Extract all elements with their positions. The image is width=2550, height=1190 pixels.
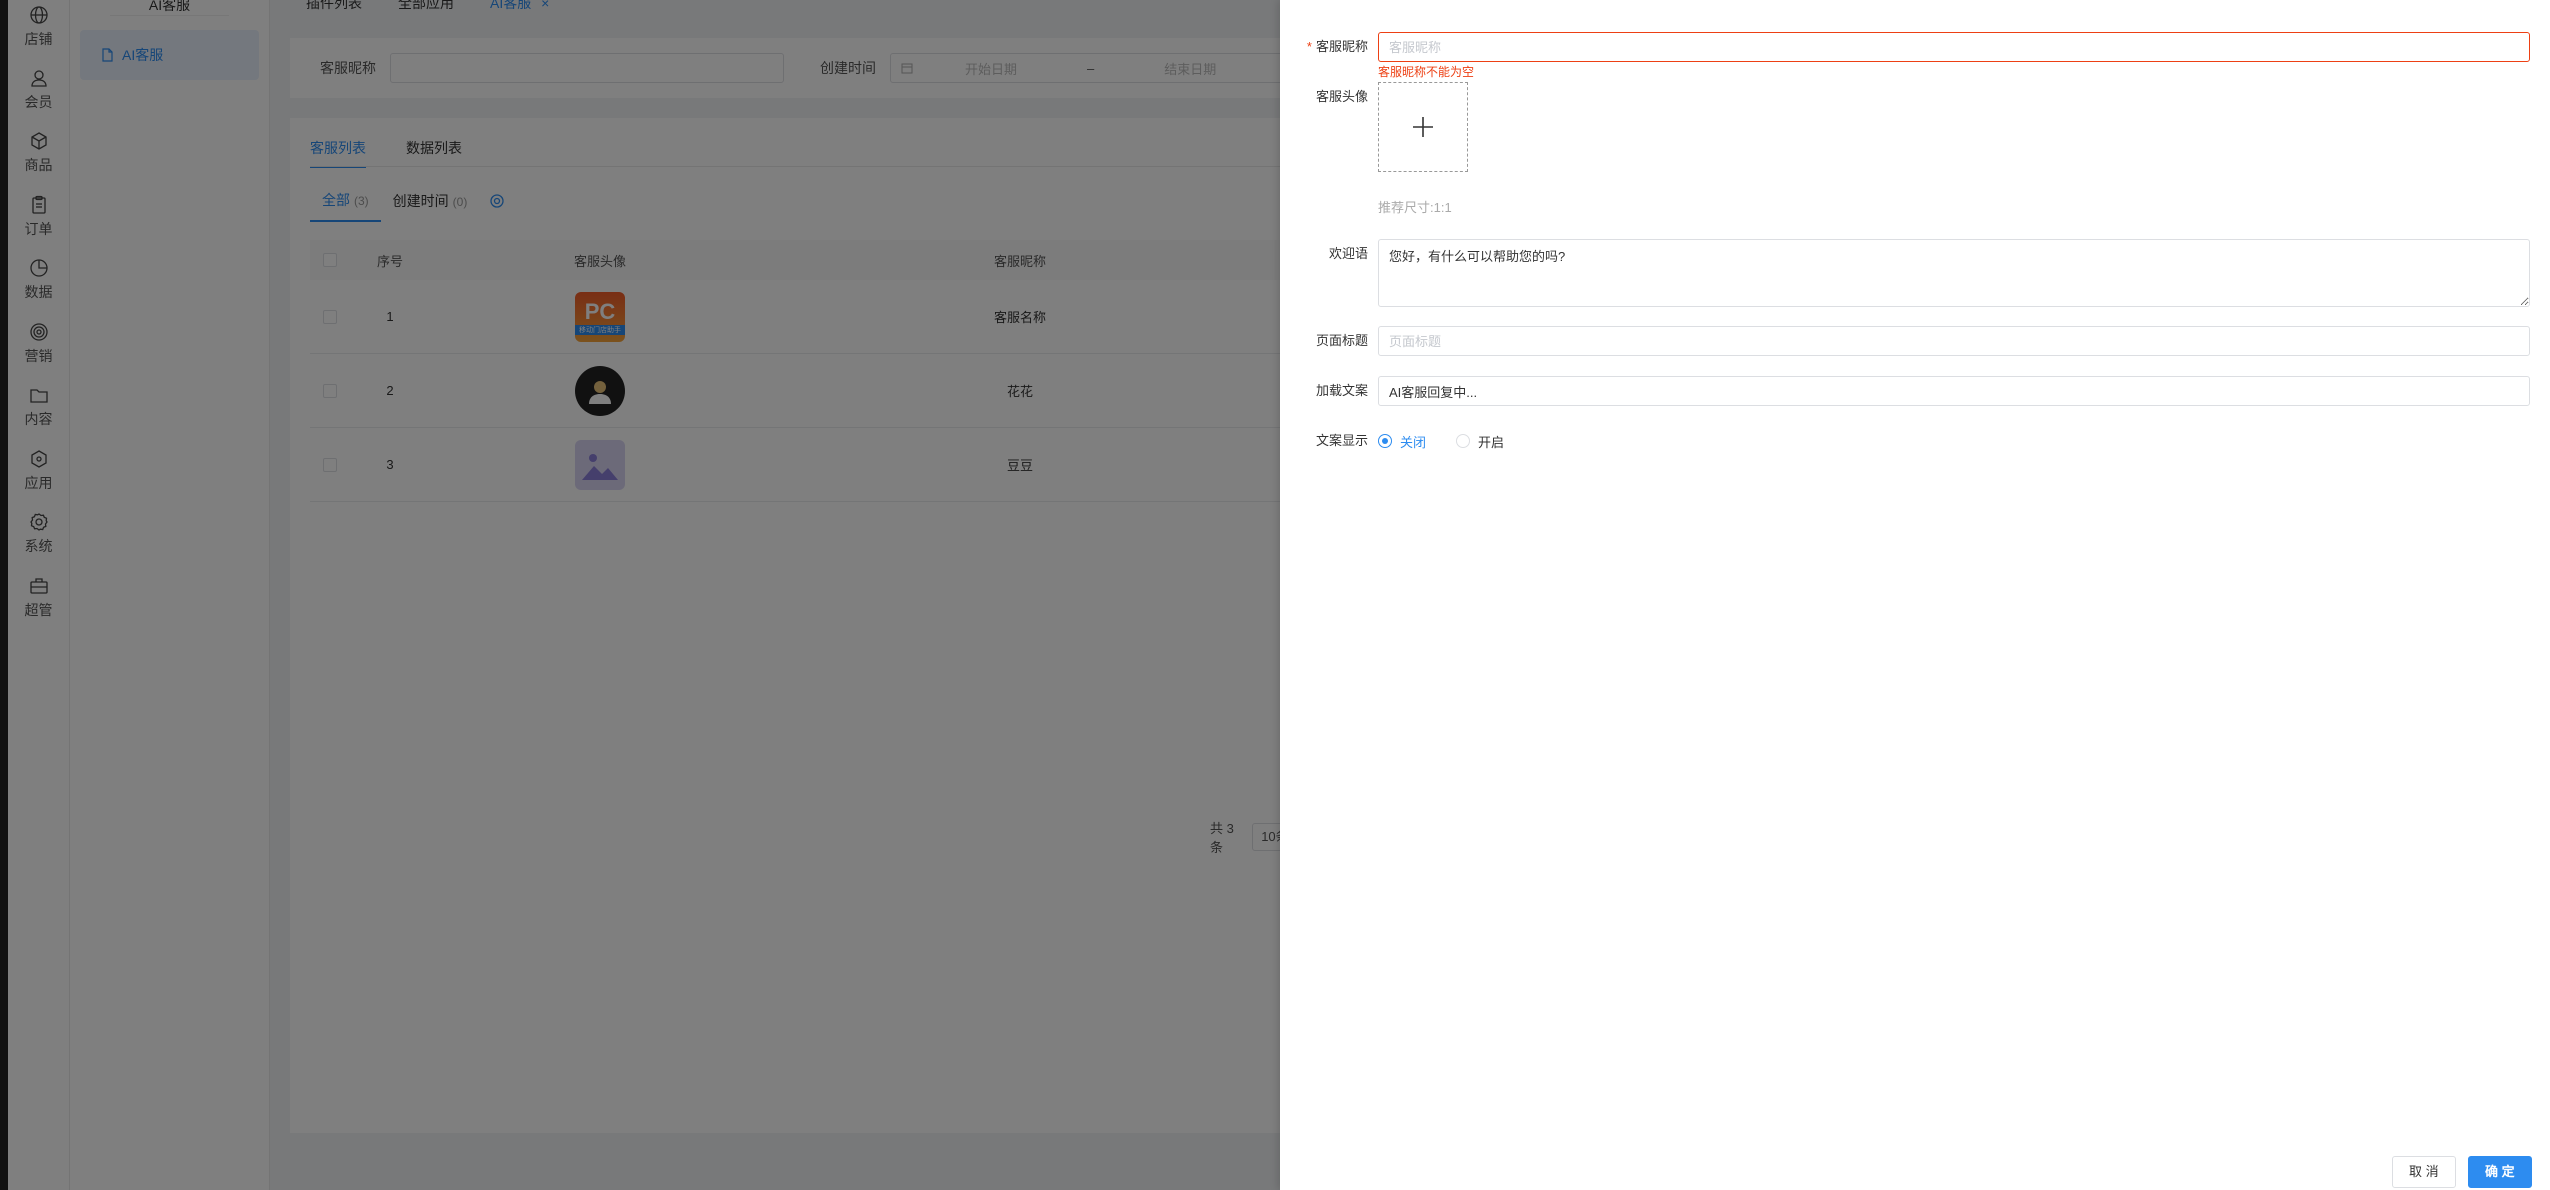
confirm-button[interactable]: 确 定: [2468, 1156, 2532, 1188]
edit-drawer: [1280, 0, 2550, 1190]
welcome-textarea[interactable]: 您好，有什么可以帮助您的吗?: [1378, 239, 2530, 307]
loading-label: 加载文案: [1315, 383, 1368, 398]
radio-off[interactable]: 关闭: [1378, 432, 1426, 451]
loading-text-input[interactable]: [1378, 376, 2530, 406]
cancel-button[interactable]: 取 消: [2392, 1156, 2456, 1188]
welcome-label: 欢迎语: [1328, 246, 1368, 261]
label-text: 客服昵称: [1315, 39, 1368, 54]
form-row-loading: 加载文案: [0, 376, 2530, 406]
page-title-label: 页面标题: [1315, 333, 1368, 348]
page-title-input[interactable]: [1378, 326, 2530, 356]
avatar-label: 客服头像: [1315, 89, 1368, 104]
avatar-upload[interactable]: [1378, 82, 1468, 172]
radio-on[interactable]: 开启: [1456, 432, 1504, 451]
form-row-display: 文案显示 关闭 开启: [0, 426, 1534, 456]
avatar-hint: 推荐尺寸:1:1: [1378, 200, 1452, 215]
plus-icon: [1413, 117, 1433, 137]
display-radio-group: 关闭 开启: [1378, 426, 1534, 456]
modal-overlay[interactable]: [0, 0, 1280, 1190]
required-mark: *: [1306, 39, 1312, 54]
form-row-welcome: 欢迎语 您好，有什么可以帮助您的吗?: [0, 239, 2530, 307]
radio-dot: [1378, 434, 1392, 448]
nickname-error: 客服昵称不能为空: [1378, 65, 1475, 79]
radio-label: 关闭: [1400, 434, 1427, 450]
radio-dot: [1456, 434, 1471, 448]
form-row-avatar: 客服头像: [0, 82, 1468, 172]
nickname-label: * 客服昵称: [0, 32, 1378, 62]
radio-label: 开启: [1478, 434, 1505, 450]
nickname-input[interactable]: [1378, 32, 2530, 62]
form-row-nickname: * 客服昵称: [0, 32, 2530, 62]
form-row-page-title: 页面标题: [0, 326, 2530, 356]
display-label: 文案显示: [1315, 433, 1368, 448]
